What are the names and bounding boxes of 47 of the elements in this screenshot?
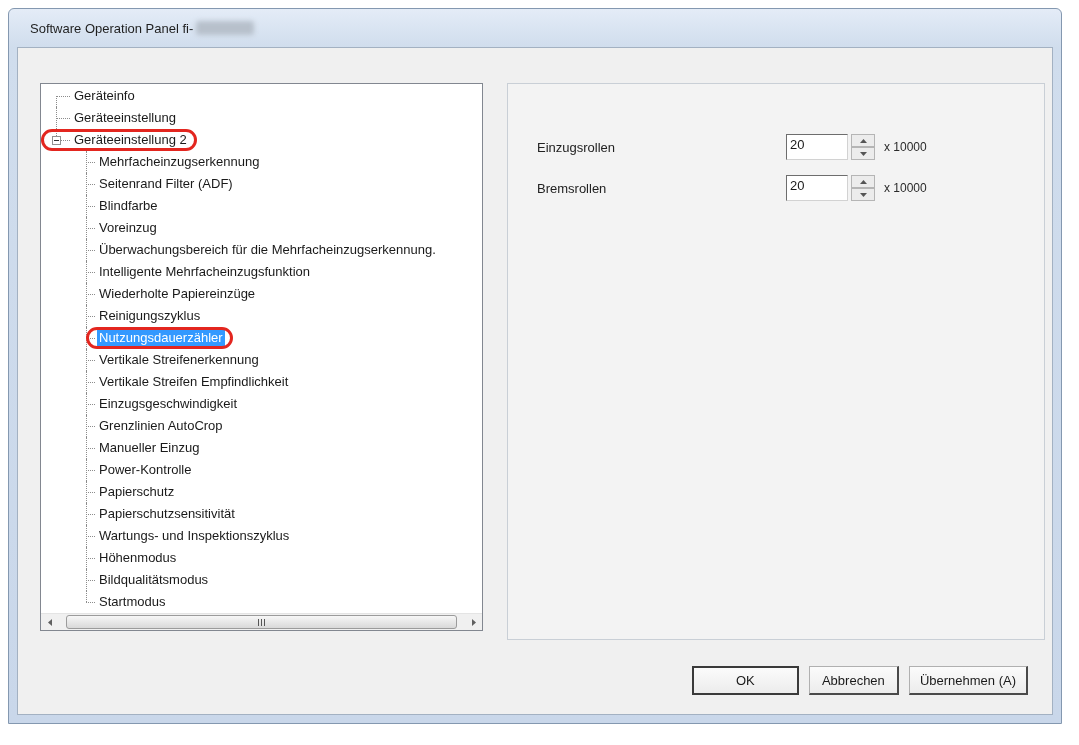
unit-label: x 10000: [884, 140, 928, 154]
setting-label: Bremsrollen: [537, 180, 608, 196]
grip-icon: [258, 618, 265, 626]
tree-item[interactable]: Voreinzug: [97, 219, 159, 237]
tree-item[interactable]: Reinigungszyklus: [97, 307, 203, 325]
left-arrow-icon: [47, 618, 52, 626]
number-field[interactable]: 20: [786, 175, 848, 201]
right-arrow-icon: [471, 618, 476, 626]
collapse-icon[interactable]: [52, 135, 61, 145]
spin-down-button[interactable]: [851, 188, 875, 201]
tree-item[interactable]: Intelligente Mehrfacheinzugsfunktion: [97, 263, 313, 281]
spin-down-button[interactable]: [851, 147, 875, 160]
tree-item[interactable]: Überwachungsbereich für die Mehrfacheinzugserkennung.: [97, 241, 438, 259]
blurred-patch: [196, 21, 255, 35]
tree-item[interactable]: Einzugsgeschwindigkeit: [97, 395, 240, 413]
up-arrow-icon: [859, 138, 867, 143]
scrollbar-thumb[interactable]: [66, 615, 457, 629]
tree-item[interactable]: Mehrfacheinzugserkennung: [97, 153, 262, 171]
dialog-button[interactable]: Übernehmen (A): [908, 666, 1028, 695]
dialog-button[interactable]: Abbrechen: [808, 666, 899, 695]
tree-item[interactable]: Vertikale Streifenerkennung: [97, 351, 261, 369]
tree-item[interactable]: Wiederholte Papiereinzüge: [97, 285, 258, 303]
tree-item[interactable]: Höhenmodus: [97, 549, 179, 567]
window-title: Software Operation Panel fi-: [30, 20, 194, 36]
tree-item[interactable]: Startmodus: [97, 593, 168, 611]
number-field[interactable]: 20: [786, 134, 848, 160]
tree-item[interactable]: Grenzlinien AutoCrop: [97, 417, 225, 435]
tree-item[interactable]: Power-Kontrolle: [97, 461, 194, 479]
tree-item[interactable]: Vertikale Streifen Empfindlichkeit: [97, 373, 291, 391]
up-arrow-icon: [859, 179, 867, 184]
tree-item[interactable]: Geräteeinstellung 2: [72, 131, 189, 149]
tree-item[interactable]: Geräteinfo: [72, 87, 137, 105]
tree-item[interactable]: Seitenrand Filter (ADF): [97, 175, 235, 193]
tree-item[interactable]: Blindfarbe: [97, 197, 160, 215]
tree-item[interactable]: Papierschutzsensitivität: [97, 505, 237, 523]
down-arrow-icon: [859, 151, 867, 156]
tree-item[interactable]: Geräteeinstellung: [72, 109, 178, 127]
unit-label: x 10000: [884, 181, 928, 195]
setting-label: Einzugsrollen: [537, 139, 617, 155]
spin-up-button[interactable]: [851, 175, 875, 188]
tree-item[interactable]: Bildqualitätsmodus: [97, 571, 211, 589]
tree-item[interactable]: Manueller Einzug: [97, 439, 202, 457]
down-arrow-icon: [859, 192, 867, 197]
tree-item[interactable]: Papierschutz: [97, 483, 177, 501]
spin-up-button[interactable]: [851, 134, 875, 147]
dialog-button[interactable]: OK: [691, 666, 799, 695]
tree-item[interactable]: Wartungs- und Inspektionszyklus: [97, 527, 292, 545]
